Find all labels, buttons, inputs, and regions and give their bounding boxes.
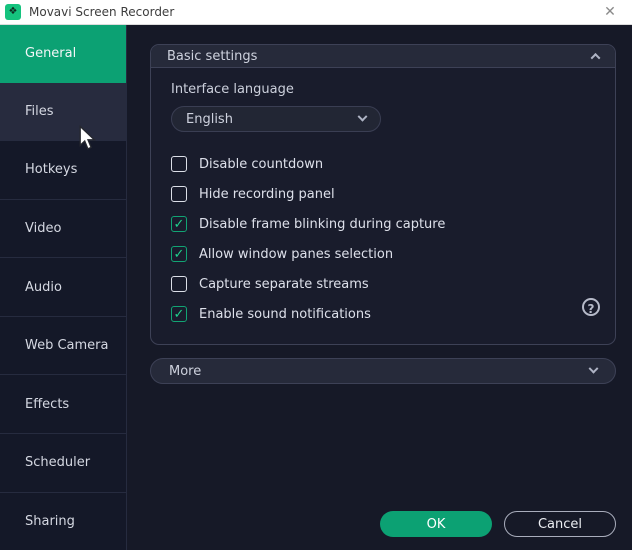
interface-language-label: Interface language (171, 82, 294, 97)
language-dropdown-value: English (186, 111, 233, 127)
sidebar-item-effects[interactable]: Effects (0, 374, 126, 433)
help-icon[interactable]: ? (582, 298, 600, 316)
checkbox-row: ✓ Allow window panes selection (171, 239, 595, 269)
checkbox-label: Disable countdown (199, 156, 324, 172)
checkbox-label: Allow window panes selection (199, 246, 394, 262)
sidebar-item-label: Audio (25, 279, 62, 295)
chevron-down-icon[interactable] (588, 363, 599, 374)
checkbox-checked[interactable]: ✓ (171, 246, 187, 262)
checkbox-row: Disable countdown (171, 149, 595, 179)
sidebar-item-video[interactable]: Video (0, 198, 126, 258)
basic-settings-panel: Basic settings Interface language Englis… (150, 44, 616, 345)
checkbox-checked[interactable]: ✓ (171, 216, 187, 232)
main-content: Basic settings Interface language Englis… (127, 25, 632, 550)
basic-settings-body: Interface language English Disable count… (151, 68, 615, 329)
checkbox-unchecked[interactable] (171, 276, 187, 292)
checkbox-unchecked[interactable] (171, 186, 187, 202)
chevron-up-icon[interactable] (590, 52, 601, 63)
more-section-header[interactable]: More (150, 358, 616, 384)
sidebar-item-hotkeys[interactable]: Hotkeys (0, 140, 126, 199)
sidebar-item-general[interactable]: General (0, 25, 126, 83)
sidebar-item-label: General (25, 46, 77, 62)
sidebar-item-label: Video (25, 220, 62, 236)
sidebar-item-label: Sharing (25, 513, 75, 529)
sidebar-item-sharing[interactable]: Sharing (0, 491, 126, 550)
cancel-button[interactable]: Cancel (504, 511, 616, 537)
sidebar-item-label: Files (25, 103, 54, 119)
checkbox-row: ✓ Enable sound notifications (171, 299, 595, 329)
sidebar-item-web-camera[interactable]: Web Camera (0, 315, 126, 375)
window-title: Movavi Screen Recorder (29, 5, 175, 19)
checkbox-list: Disable countdown Hide recording panel ✓ Di… (171, 149, 595, 329)
checkbox-row: ✓ Disable frame blinking during capture (171, 209, 595, 239)
language-dropdown[interactable]: English (171, 106, 381, 132)
basic-settings-title: Basic settings (167, 48, 258, 64)
sidebar-item-label: Web Camera (25, 338, 109, 354)
app-logo-icon: ❖ (5, 4, 21, 20)
mouse-cursor-icon (79, 125, 96, 150)
checkbox-checked[interactable]: ✓ (171, 306, 187, 322)
sidebar-item-label: Scheduler (25, 455, 91, 471)
checkbox-label: Enable sound notifications (199, 306, 371, 322)
more-label: More (169, 363, 202, 379)
close-icon[interactable]: ✕ (596, 0, 624, 24)
check-icon: ✓ (173, 246, 185, 262)
sidebar-item-files[interactable]: Files (0, 82, 126, 141)
sidebar: General Files Hotkeys Video Audio Web Camera E… (0, 25, 127, 550)
basic-settings-header[interactable]: Basic settings (151, 45, 615, 68)
sidebar-item-audio[interactable]: Audio (0, 257, 126, 316)
check-icon: ✓ (173, 306, 185, 322)
checkbox-row: Hide recording panel (171, 179, 595, 209)
titlebar: ❖ Movavi Screen Recorder ✕ (0, 0, 632, 25)
checkbox-unchecked[interactable] (171, 156, 187, 172)
chevron-down-icon (357, 111, 368, 122)
app-window: ❖ Movavi Screen Recorder ✕ General Files H… (0, 0, 632, 550)
checkbox-row: Capture separate streams (171, 269, 595, 299)
checkbox-label: Hide recording panel (199, 186, 335, 202)
check-icon: ✓ (173, 216, 185, 232)
sidebar-item-label: Hotkeys (25, 162, 78, 178)
checkbox-label: Disable frame blinking during capture (199, 216, 446, 232)
ok-button[interactable]: OK (380, 511, 492, 537)
sidebar-item-label: Effects (25, 396, 70, 412)
checkbox-label: Capture separate streams (199, 276, 369, 292)
sidebar-item-scheduler[interactable]: Scheduler (0, 432, 126, 492)
